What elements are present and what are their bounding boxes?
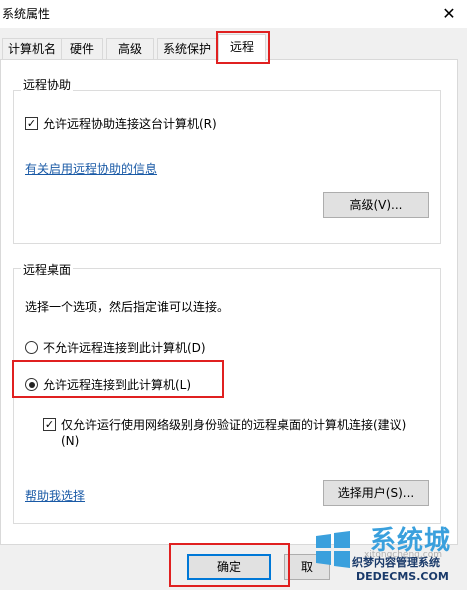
windows-logo-icon <box>316 531 350 568</box>
ok-button[interactable]: 确定 <box>187 554 271 580</box>
radio-allow-remote-label: 允许远程连接到此计算机(L) <box>43 378 192 392</box>
select-users-button[interactable]: 选择用户(S)... <box>323 480 429 506</box>
radio-deny-remote[interactable] <box>25 341 38 354</box>
nla-checkbox[interactable]: ✓ <box>43 418 56 431</box>
watermark-site-url: DEDECMS.COM <box>356 570 449 583</box>
remote-desktop-group-label: 远程桌面 <box>21 261 74 278</box>
radio-allow-remote[interactable] <box>25 378 38 391</box>
radio-deny-remote-label: 不允许远程连接到此计算机(D) <box>43 341 206 355</box>
allow-remote-assistance-checkbox[interactable]: ✓ <box>25 117 38 130</box>
tab-remote[interactable]: 远程 <box>218 34 266 61</box>
close-icon[interactable]: ✕ <box>439 4 459 24</box>
tab-advanced[interactable]: 高级 <box>106 38 154 60</box>
allow-remote-assistance-label: 允许远程协助连接这台计算机(R) <box>43 117 217 131</box>
tab-computer-name[interactable]: 计算机名 <box>2 38 62 60</box>
remote-desktop-instruction: 选择一个选项，然后指定谁可以连接。 <box>25 300 230 314</box>
remote-assistance-info-link[interactable]: 有关启用远程协助的信息 <box>25 160 157 177</box>
window-title: 系统属性 <box>2 7 51 21</box>
advanced-button[interactable]: 高级(V)... <box>323 192 429 218</box>
title-bar: 系统属性 ✕ <box>0 0 467 28</box>
watermark-site-name: 织梦内容管理系统 <box>352 556 440 569</box>
tab-hardware[interactable]: 硬件 <box>61 38 103 60</box>
nla-checkbox-label-suffix: (N) <box>61 434 80 448</box>
nla-checkbox-label: 仅允许运行使用网络级别身份验证的远程桌面的计算机连接(建议) <box>61 418 407 432</box>
watermark: 系统城 xitongcheng.com 织梦内容管理系统 DEDECMS.COM <box>312 520 467 590</box>
remote-assistance-group-label: 远程协助 <box>21 76 74 93</box>
remote-tab-pane: 远程协助 ✓ 允许远程协助连接这台计算机(R) 有关启用远程协助的信息 高级(V… <box>0 59 458 545</box>
help-me-choose-link[interactable]: 帮助我选择 <box>25 487 85 504</box>
tab-system-protection[interactable]: 系统保护 <box>157 38 217 60</box>
tab-strip: 计算机名 硬件 高级 系统保护 远程 <box>0 32 467 61</box>
